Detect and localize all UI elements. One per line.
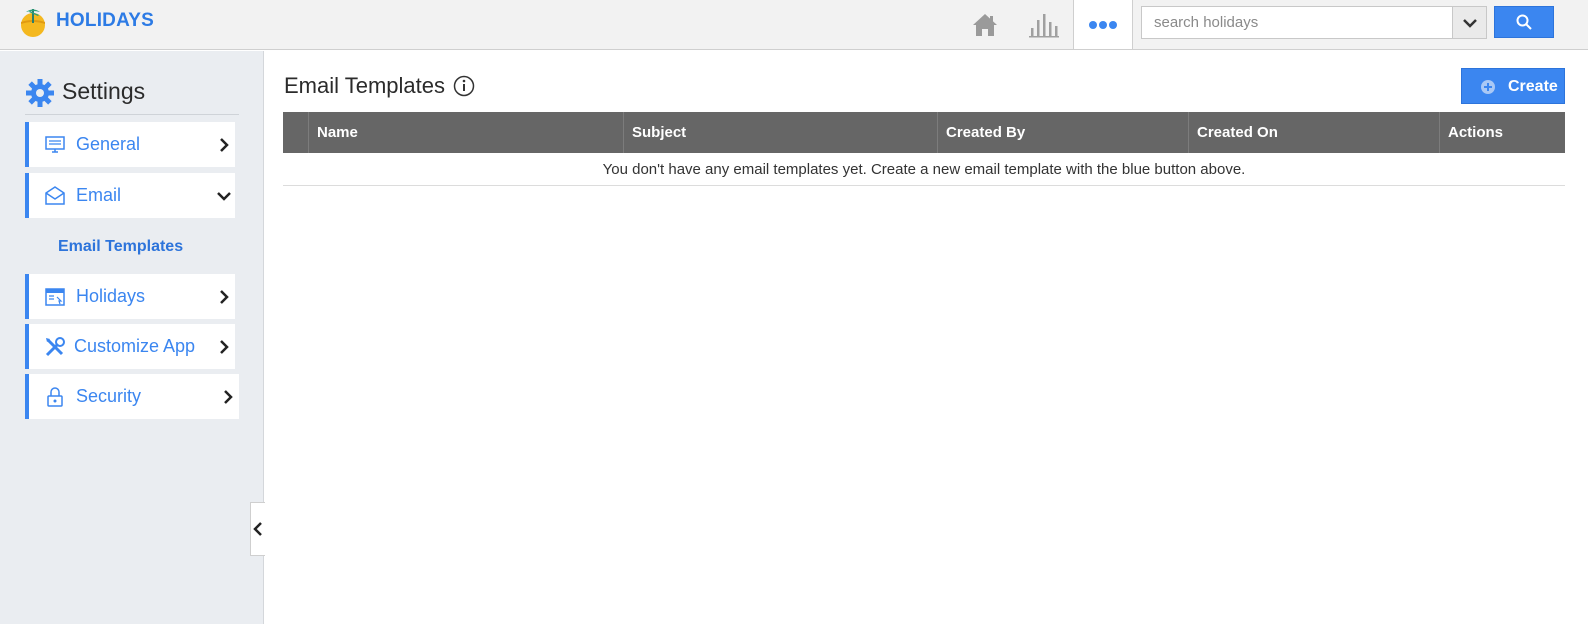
table-header: Name Subject Created By Created On Actio… — [283, 112, 1565, 153]
column-header-name[interactable]: Name — [308, 112, 623, 153]
sidebar-item-email[interactable]: Email — [25, 173, 235, 218]
sidebar-item-label: Security — [76, 386, 142, 406]
header-select-column — [283, 112, 308, 153]
page-title: Email Templates — [284, 73, 445, 98]
search-button[interactable] — [1494, 6, 1554, 38]
info-icon[interactable] — [453, 75, 475, 97]
top-bar: HOLIDAYS — [0, 0, 1588, 50]
tools-icon — [45, 337, 65, 357]
settings-title: Settings — [62, 78, 146, 104]
sidebar-item-holidays[interactable]: Holidays — [25, 274, 235, 319]
settings-header: Settings — [25, 75, 239, 115]
create-button[interactable]: Create — [1461, 68, 1565, 104]
column-header-actions: Actions — [1439, 112, 1565, 153]
column-header-created-on[interactable]: Created On — [1188, 112, 1439, 153]
chevron-down-icon — [217, 192, 231, 201]
envelope-icon — [45, 186, 65, 205]
search-icon — [1516, 14, 1532, 30]
more-icon[interactable] — [1073, 0, 1133, 49]
sidebar-collapse-toggle[interactable] — [250, 502, 265, 556]
empty-state-message: You don't have any email templates yet. … — [283, 153, 1565, 186]
chevron-right-icon — [224, 390, 233, 404]
sidebar-subitem-email-templates[interactable]: Email Templates — [58, 238, 183, 256]
monitor-icon — [45, 136, 65, 153]
app-brand[interactable]: HOLIDAYS — [56, 10, 154, 32]
search-dropdown-button[interactable] — [1452, 7, 1486, 38]
sidebar-item-label: Email — [76, 185, 122, 205]
search-input[interactable] — [1142, 7, 1452, 38]
home-icon[interactable] — [960, 0, 1010, 50]
column-header-created-by[interactable]: Created By — [937, 112, 1188, 153]
sidebar-item-general[interactable]: General — [25, 122, 235, 167]
sidebar-item-label: Customize App — [74, 336, 196, 356]
sidebar-item-label: Holidays — [76, 286, 146, 306]
chevron-right-icon — [220, 290, 229, 304]
plus-circle-icon — [1481, 80, 1495, 94]
column-header-subject[interactable]: Subject — [623, 112, 937, 153]
holidays-logo-icon[interactable] — [18, 6, 50, 38]
email-templates-table: Name Subject Created By Created On Actio… — [283, 112, 1565, 186]
sidebar-item-customize-app[interactable]: Customize App — [25, 324, 235, 369]
chevron-left-icon — [253, 522, 262, 536]
chevron-right-icon — [220, 340, 229, 354]
sidebar-item-label: General — [76, 134, 141, 154]
calendar-window-icon — [45, 288, 65, 306]
lock-icon — [47, 387, 63, 407]
chevron-down-icon — [1462, 18, 1477, 28]
gear-icon — [26, 79, 54, 107]
search-box — [1141, 6, 1487, 39]
create-button-label: Create — [1508, 78, 1558, 95]
chevron-right-icon — [220, 138, 229, 152]
sidebar-item-security[interactable]: Security — [25, 374, 239, 419]
bar-chart-icon[interactable] — [1019, 0, 1069, 50]
sidebar: Settings General Email Email Templates H… — [0, 51, 265, 624]
